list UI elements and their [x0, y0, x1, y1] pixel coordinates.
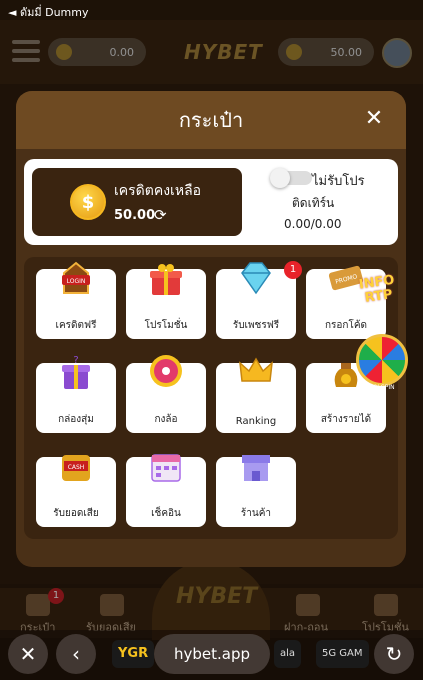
- credit-value: 50.00: [114, 208, 156, 223]
- lucky-spin-label: LUCKY SPIN: [360, 384, 395, 391]
- login-bonus-icon: LOGIN: [62, 261, 90, 294]
- svg-text:LOGIN: LOGIN: [67, 278, 86, 285]
- game-chip-ygr: YGR: [112, 640, 155, 668]
- wallet-modal: กระเป๋า ✕ $ เครดิตคงเหลือ 50.00 ⟳ ไม่รับ…: [16, 91, 406, 567]
- back-icon[interactable]: ‹: [56, 634, 96, 674]
- tile-wheel[interactable]: กงล้อ: [126, 355, 206, 433]
- no-promo-toggle[interactable]: [270, 168, 312, 188]
- tile-label: สร้างรายได้: [320, 414, 372, 425]
- tile-label: รับยอดเสีย: [53, 508, 99, 519]
- no-promo-label: ไม่รับโปร: [312, 174, 365, 189]
- tile-cashback[interactable]: CASH รับยอดเสีย: [36, 455, 116, 527]
- tile-label: เครดิตฟรี: [55, 320, 97, 331]
- tile-label: โปรโมชั่น: [144, 320, 188, 331]
- game-chip-ala: ala: [274, 640, 302, 668]
- cash-back-icon: CASH: [62, 455, 90, 481]
- tile-label: กงล้อ: [154, 414, 178, 425]
- tile-label: กล่องสุ่ม: [58, 414, 94, 425]
- tile-promotion[interactable]: โปรโมชั่น: [126, 264, 206, 339]
- gift-box-icon: [150, 264, 182, 295]
- turnover-label: ติดเทิร์น: [292, 196, 335, 210]
- close-icon[interactable]: ✕: [362, 107, 386, 131]
- reload-icon[interactable]: ↻: [374, 634, 414, 674]
- status-bar: ◄ ดัมมี่ Dummy: [0, 0, 423, 20]
- turnover-value: 0.00/0.00: [284, 217, 342, 231]
- lucky-spin-button[interactable]: [356, 334, 408, 386]
- info-rtp-button[interactable]: INFO RTP: [353, 273, 405, 325]
- diamond-badge: 1: [284, 261, 302, 279]
- tile-ranking[interactable]: Ranking: [216, 357, 296, 433]
- crown-icon: [239, 357, 273, 382]
- tile-label: ร้านค้า: [240, 508, 272, 519]
- tile-free-credit[interactable]: LOGIN เครดิตฟรี: [36, 261, 116, 339]
- tile-mystery-box[interactable]: ? กล่องสุ่ม: [36, 355, 116, 433]
- browser-toolbar: ✕ ‹ YGR hybet.app ala 5G GAM ↻: [0, 630, 423, 680]
- credit-balance-box: $ เครดิตคงเหลือ 50.00 ⟳: [32, 168, 242, 236]
- coin-icon: $: [70, 184, 106, 220]
- calendar-icon: [151, 454, 181, 482]
- tile-check-in[interactable]: เช็คอิน: [126, 454, 206, 527]
- tile-label: เช็คอิน: [151, 508, 181, 519]
- mystery-box-icon: ?: [62, 355, 90, 389]
- modal-title: กระเป๋า: [178, 108, 244, 132]
- tile-label: Ranking: [235, 416, 277, 427]
- tile-free-diamond[interactable]: 1 รับเพชรฟรี: [216, 261, 302, 339]
- url-bar[interactable]: hybet.app: [154, 634, 270, 674]
- close-tab-icon[interactable]: ✕: [8, 634, 48, 674]
- game-chip-5g: 5G GAM: [316, 640, 369, 668]
- diamond-icon: [241, 262, 271, 295]
- svg-text:CASH: CASH: [68, 464, 85, 471]
- shop-icon: [242, 455, 270, 481]
- tile-label: รับเพชรฟรี: [232, 320, 280, 331]
- modal-header: กระเป๋า ✕: [16, 91, 406, 149]
- back-to-app-link[interactable]: ◄ ดัมมี่ Dummy: [8, 6, 88, 19]
- toggle-knob: [270, 168, 290, 188]
- credit-card: $ เครดิตคงเหลือ 50.00 ⟳ ไม่รับโปร ติดเทิ…: [24, 159, 398, 245]
- svg-text:?: ?: [73, 355, 78, 366]
- credit-label: เครดิตคงเหลือ: [114, 183, 202, 199]
- tile-shop[interactable]: ร้านค้า: [216, 455, 296, 527]
- refresh-icon[interactable]: ⟳: [154, 206, 167, 224]
- feature-grid: LOGIN เครดิตฟรี โปรโมชั่น 1 รับเพชรฟรี P…: [24, 257, 398, 539]
- wheel-icon: [150, 355, 182, 387]
